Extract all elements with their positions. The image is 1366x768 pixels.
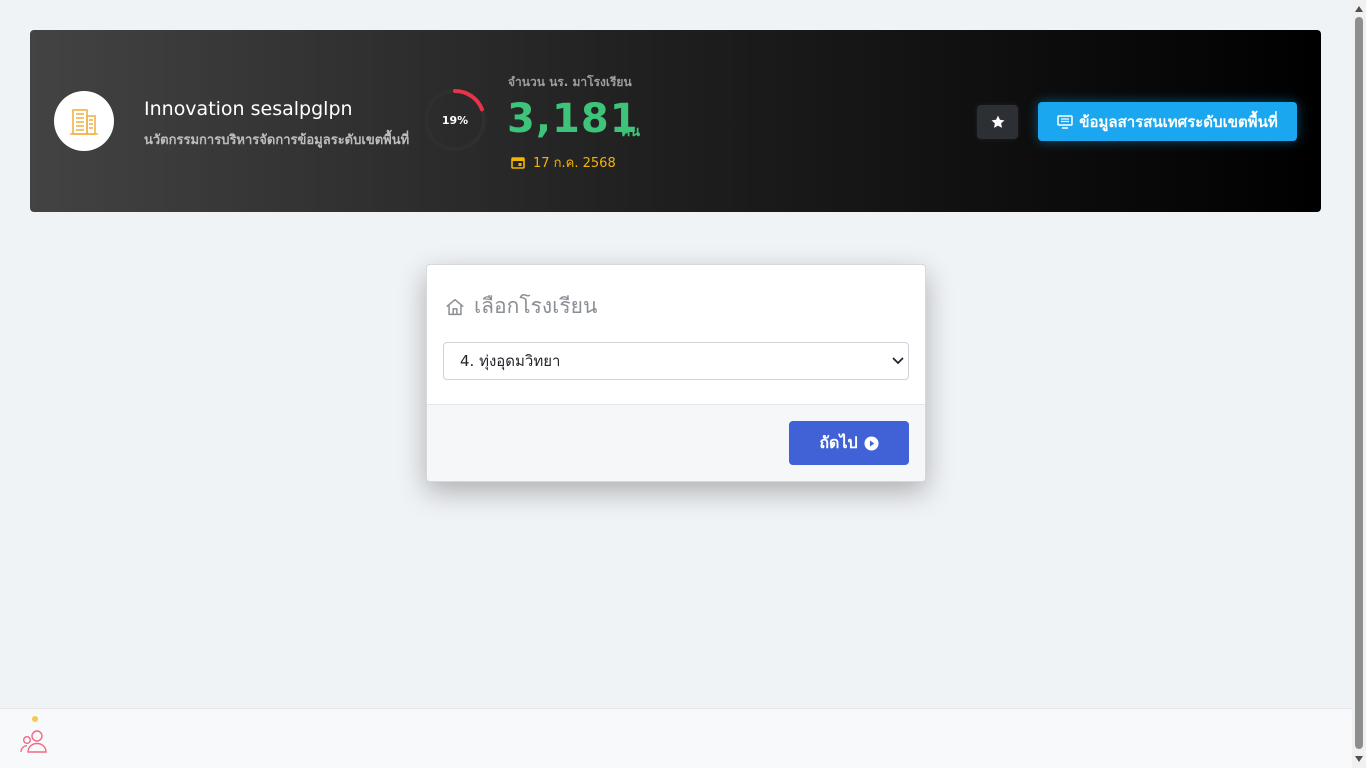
scroll-down-arrow-icon[interactable] <box>1352 752 1366 766</box>
bottom-bar <box>0 708 1352 768</box>
notification-dot <box>32 716 38 722</box>
brand-subtitle: นวัตกรรมการบริหารจัดการข้อมูลระดับเขตพื้… <box>144 133 410 148</box>
home-icon <box>446 298 464 315</box>
star-icon <box>991 115 1004 128</box>
district-info-label: ข้อมูลสารสนเทศระดับเขตพื้นที่ <box>1079 113 1278 131</box>
next-button[interactable]: ถัดไป <box>789 421 909 465</box>
gauge-percent-label: 19% <box>441 113 469 127</box>
school-select[interactable]: 4. ทุ่งอุดมวิทยา <box>443 342 909 380</box>
favorite-button[interactable] <box>977 105 1018 139</box>
building-logo-icon <box>70 109 98 135</box>
selected-school: 4. ทุ่งอุดมวิทยา <box>460 352 561 370</box>
chevron-down-icon <box>892 357 904 365</box>
district-info-button[interactable]: ข้อมูลสารสนเทศระดับเขตพื้นที่ <box>1038 102 1297 141</box>
card-title: เลือกโรงเรียน <box>444 290 597 323</box>
brand-name: Innovation sesalpglpn <box>144 98 353 120</box>
scroll-up-arrow-icon[interactable] <box>1352 2 1366 16</box>
play-circle-icon <box>864 435 879 451</box>
attendance-gauge: 19% <box>423 88 487 152</box>
vertical-scrollbar[interactable] <box>1352 0 1366 768</box>
student-count-value: 3,181 <box>507 96 639 142</box>
calendar-icon <box>511 157 525 169</box>
card-footer: ถัดไป <box>427 404 925 481</box>
date-text: 17 ก.ค. 2568 <box>533 156 616 171</box>
date-display: 17 ก.ค. 2568 <box>511 152 616 173</box>
monitor-icon <box>1057 114 1074 129</box>
header-banner: Innovation sesalpglpn นวัตกรรมการบริหารจ… <box>30 30 1321 212</box>
logo <box>54 91 114 151</box>
scrollbar-thumb[interactable] <box>1355 17 1363 749</box>
student-count-unit: คน <box>621 124 640 140</box>
page: Innovation sesalpglpn นวัตกรรมการบริหารจ… <box>0 0 1352 768</box>
next-button-label: ถัดไป <box>819 434 858 452</box>
card-title-text: เลือกโรงเรียน <box>474 294 598 318</box>
users-icon[interactable] <box>20 729 50 753</box>
student-count-label: จำนวน นร. มาโรงเรียน <box>508 75 632 89</box>
select-school-card: เลือกโรงเรียน 4. ทุ่งอุดมวิทยา ถัดไป <box>426 264 926 482</box>
